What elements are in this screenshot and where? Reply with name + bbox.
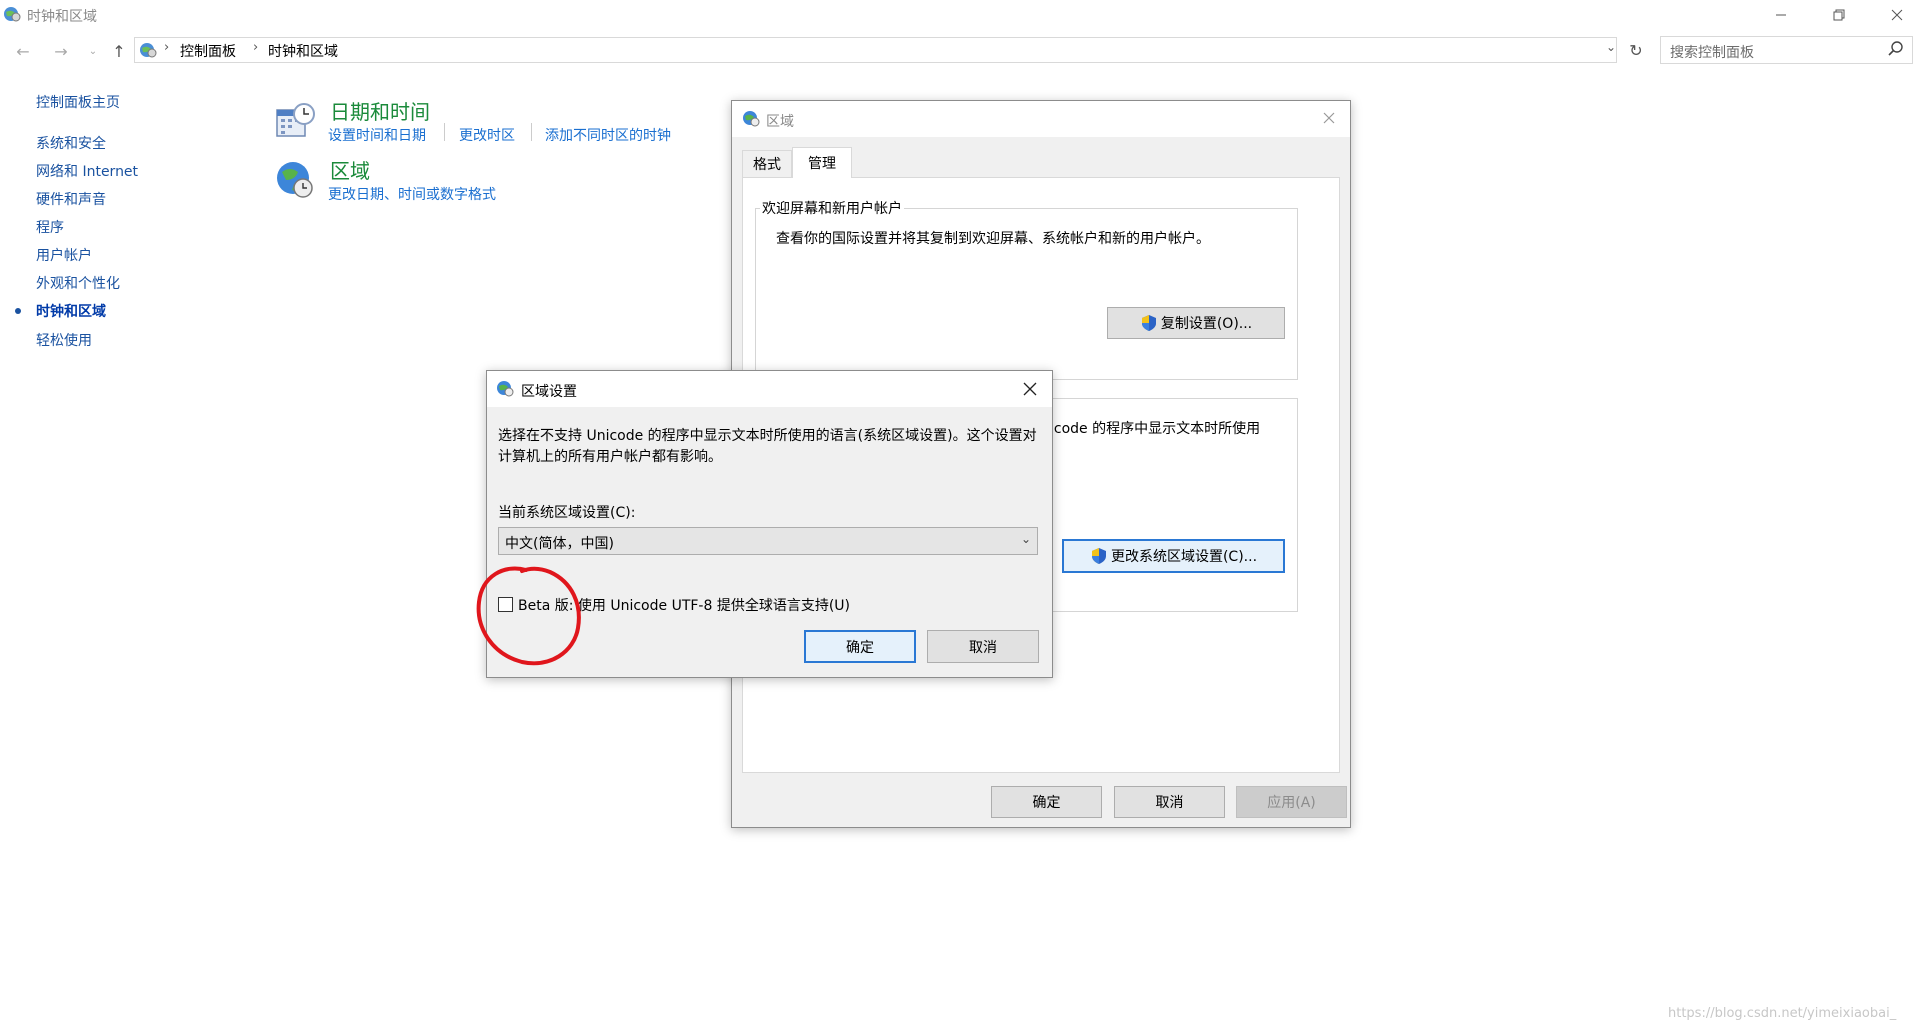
sidebar-item-hardware-sound[interactable]: 硬件和声音: [36, 189, 106, 209]
restore-button[interactable]: [1816, 0, 1862, 30]
welcome-screen-group-label: 欢迎屏幕和新用户帐户: [760, 198, 904, 218]
sidebar-item-system-security[interactable]: 系统和安全: [36, 133, 106, 153]
link-change-formats[interactable]: 更改日期、时间或数字格式: [328, 184, 496, 204]
welcome-screen-description: 查看你的国际设置并将其复制到欢迎屏幕、系统帐户和新的用户帐户。: [776, 231, 1210, 247]
tab-administrative[interactable]: 管理: [792, 147, 852, 178]
up-arrow-icon: ↑: [112, 41, 126, 61]
address-bar[interactable]: [134, 37, 1617, 63]
non-unicode-description: icode 的程序中显示文本时所使用: [1050, 421, 1261, 437]
system-locale-select[interactable]: 中文(简体，中国) ⌄: [498, 527, 1038, 555]
link-divider: [444, 123, 445, 141]
uac-shield-icon: [1091, 548, 1106, 564]
refresh-button[interactable]: ↻: [1624, 37, 1648, 63]
uac-shield-icon: [1141, 315, 1156, 331]
sidebar-item-home[interactable]: 控制面板主页: [36, 92, 120, 112]
locale-dialog-close-button[interactable]: [1015, 375, 1045, 403]
recent-locations-button[interactable]: ⌄: [82, 40, 104, 62]
region-dialog-close-button[interactable]: [1314, 104, 1344, 132]
back-button[interactable]: ←: [12, 40, 34, 62]
region-cancel-button[interactable]: 取消: [1114, 786, 1225, 818]
category-title-date-time[interactable]: 日期和时间: [330, 96, 430, 125]
close-icon: [1023, 382, 1037, 396]
control-panel-icon: [140, 43, 157, 58]
locale-cancel-button[interactable]: 取消: [927, 630, 1039, 663]
address-dropdown-icon[interactable]: ⌄: [1606, 40, 1616, 54]
region-apply-button[interactable]: 应用(A): [1236, 786, 1347, 818]
control-panel-icon: [4, 7, 21, 22]
close-window-button[interactable]: [1874, 0, 1920, 30]
sidebar-item-user-accounts[interactable]: 用户帐户: [36, 245, 92, 265]
locale-description: 选择在不支持 Unicode 的程序中显示文本时所使用的语言(系统区域设置)。这…: [498, 428, 1037, 465]
link-divider: [531, 123, 532, 141]
category-title-region[interactable]: 区域: [330, 155, 370, 184]
window-title: 时钟和区域: [27, 9, 97, 25]
breadcrumb-separator-icon: ›: [253, 40, 259, 55]
locale-ok-button[interactable]: 确定: [804, 630, 916, 663]
change-system-locale-button[interactable]: 更改系统区域设置(C)...: [1062, 539, 1285, 573]
link-set-time-date[interactable]: 设置时间和日期: [328, 125, 426, 145]
close-icon: [1323, 112, 1335, 124]
search-icon[interactable]: [1887, 40, 1905, 58]
sidebar-item-appearance[interactable]: 外观和个性化: [36, 273, 120, 293]
region-ok-button[interactable]: 确定: [991, 786, 1102, 818]
minimize-icon: [1776, 14, 1786, 16]
change-system-locale-label: 更改系统区域设置(C)...: [1110, 549, 1258, 565]
calendar-clock-icon[interactable]: [274, 100, 316, 142]
refresh-icon: ↻: [1629, 40, 1643, 60]
window-titlebar: [0, 0, 1920, 30]
watermark-text: https://blog.csdn.net/yimeixiaobai_: [1668, 1006, 1897, 1021]
system-locale-value: 中文(简体，中国): [505, 536, 614, 552]
link-change-timezone[interactable]: 更改时区: [459, 125, 515, 145]
copy-settings-button[interactable]: 复制设置(O)...: [1107, 307, 1285, 339]
globe-clock-icon: [743, 111, 760, 127]
region-dialog-title: 区域: [766, 114, 794, 130]
breadcrumb-separator-icon: ›: [164, 40, 170, 55]
chevron-down-icon: ⌄: [88, 45, 98, 57]
red-annotation-circle: [476, 566, 581, 666]
minimize-button[interactable]: [1758, 0, 1804, 30]
breadcrumb-clock-region[interactable]: 时钟和区域: [268, 41, 338, 61]
tab-format[interactable]: 格式: [742, 150, 792, 177]
link-add-clocks[interactable]: 添加不同时区的时钟: [545, 125, 671, 145]
sidebar-item-ease-of-access[interactable]: 轻松使用: [36, 330, 92, 350]
sidebar-item-clock-region[interactable]: 时钟和区域: [36, 301, 106, 321]
globe-clock-icon[interactable]: [274, 158, 316, 200]
chevron-down-icon: ⌄: [1020, 532, 1031, 546]
locale-dialog-title: 区域设置: [521, 384, 577, 400]
forward-arrow-icon: →: [54, 41, 68, 61]
restore-icon: [1833, 9, 1845, 21]
copy-settings-label: 复制设置(O)...: [1160, 316, 1253, 332]
forward-button[interactable]: →: [50, 40, 72, 62]
current-locale-label: 当前系统区域设置(C):: [498, 505, 636, 521]
search-placeholder: 搜索控制面板: [1670, 45, 1754, 61]
breadcrumb-control-panel[interactable]: 控制面板: [180, 41, 236, 61]
back-arrow-icon: ←: [16, 41, 30, 61]
active-item-bullet: [15, 308, 21, 314]
sidebar-item-programs[interactable]: 程序: [36, 217, 64, 237]
up-button[interactable]: ↑: [108, 40, 130, 62]
close-icon: [1891, 9, 1903, 21]
region-dialog-titlebar: [732, 101, 1350, 137]
globe-clock-icon: [497, 381, 514, 397]
sidebar-item-network[interactable]: 网络和 Internet: [36, 161, 138, 181]
